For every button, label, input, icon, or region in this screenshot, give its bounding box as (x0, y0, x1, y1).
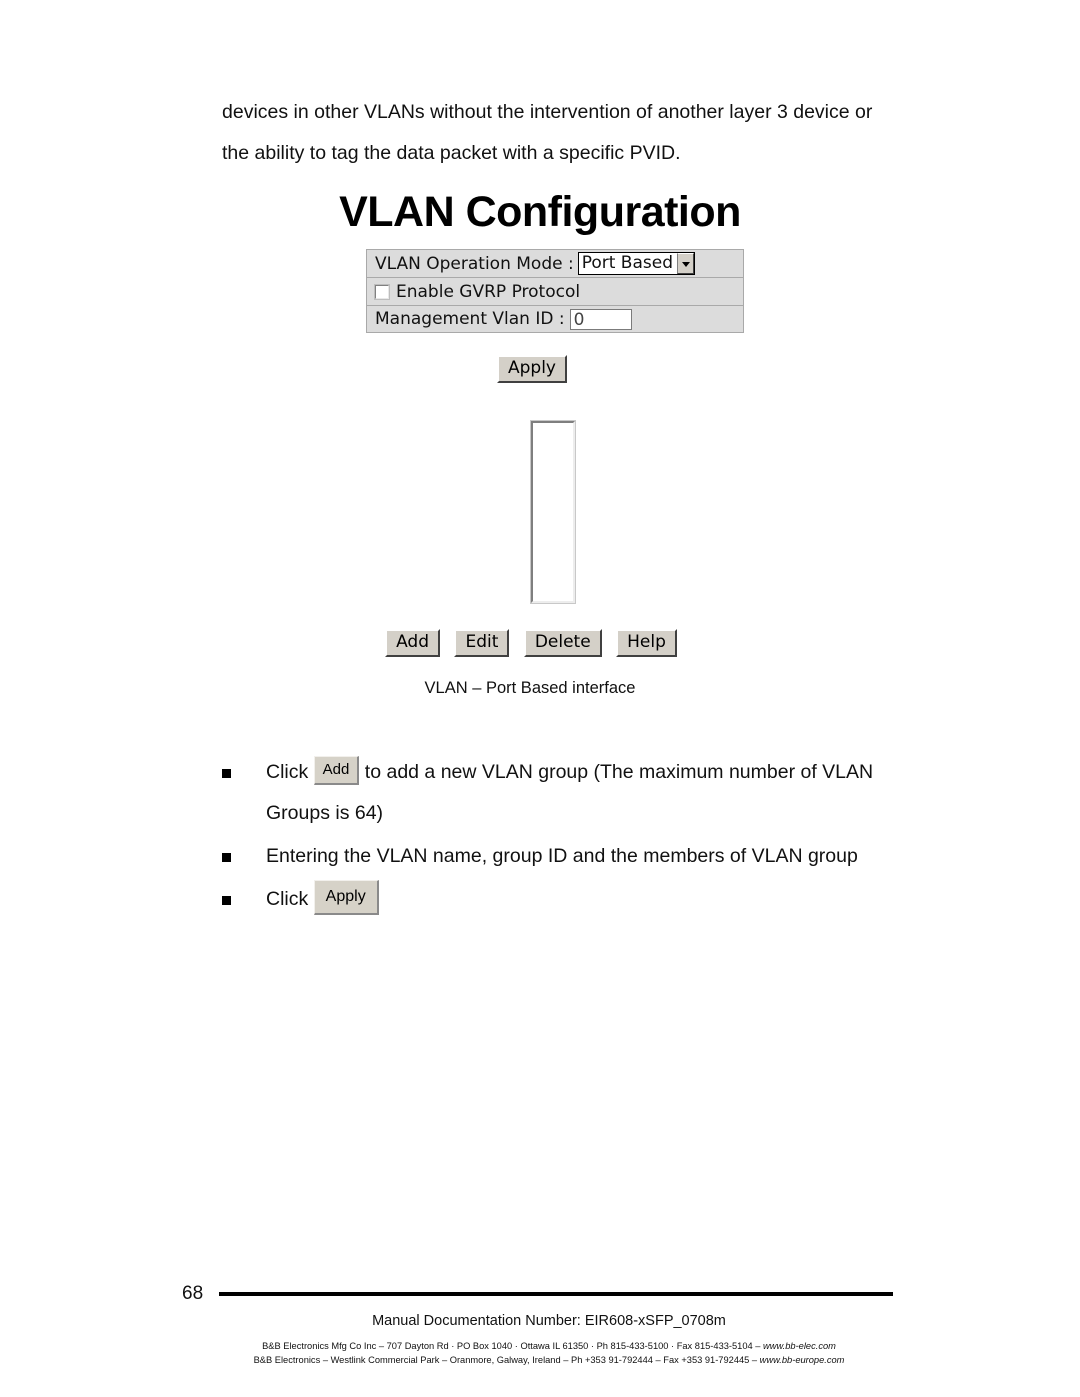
management-vlan-id-input[interactable]: 0 (569, 308, 632, 330)
footer-url-us[interactable]: www.bb-elec.com (763, 1341, 836, 1351)
list-item: Click Apply (222, 879, 922, 920)
vlan-configuration-figure: VLAN Configuration VLAN Operation Mode :… (0, 188, 1080, 698)
square-bullet-icon (222, 769, 231, 778)
vlan-action-button-row: Add Edit Delete Help (0, 629, 1080, 658)
inline-add-button[interactable]: Add (313, 756, 360, 786)
inline-apply-button[interactable]: Apply (313, 880, 379, 916)
bullet-text-before: Click (266, 761, 309, 783)
management-vlan-id-row: Management Vlan ID : 0 (366, 305, 744, 334)
enable-gvrp-row: Enable GVRP Protocol (366, 277, 744, 306)
intro-paragraph: devices in other VLANs without the inter… (222, 101, 873, 164)
page-number: 68 (182, 1283, 204, 1304)
footer-divider (219, 1292, 893, 1296)
vlan-operation-mode-row: VLAN Operation Mode : Port Based (366, 249, 744, 278)
figure-caption: VLAN – Port Based interface (424, 679, 636, 698)
bullet-text-before: Entering the VLAN name, group ID and the… (266, 845, 858, 867)
footer-doc-number: Manual Documentation Number: EIR608-xSFP… (372, 1313, 726, 1329)
footer-rule-row: 68 (0, 1283, 1080, 1307)
enable-gvrp-checkbox[interactable] (375, 284, 389, 299)
square-bullet-icon (222, 896, 231, 905)
footer-address-line-1: B&B Electronics Mfg Co Inc – 707 Dayton … (18, 1339, 1080, 1353)
add-button[interactable]: Add (385, 629, 440, 658)
list-item: Entering the VLAN name, group ID and the… (222, 836, 922, 877)
page-footer: 68 Manual Documentation Number: EIR608-x… (0, 1283, 1080, 1367)
list-item: Click Add to add a new VLAN group (The m… (222, 752, 922, 834)
instruction-bullet-list: Click Add to add a new VLAN group (The m… (222, 752, 922, 922)
square-bullet-icon (222, 853, 231, 862)
help-button[interactable]: Help (616, 629, 677, 658)
footer-address-1-text: B&B Electronics Mfg Co Inc – 707 Dayton … (262, 1341, 764, 1351)
vlan-group-listbox[interactable] (531, 421, 575, 604)
vlan-configuration-title: VLAN Configuration (339, 188, 741, 236)
apply-button[interactable]: Apply (497, 355, 567, 384)
vlan-operation-mode-select[interactable]: Port Based (577, 252, 695, 276)
footer-url-europe[interactable]: www.bb-europe.com (760, 1355, 845, 1365)
footer-address-2-text: B&B Electronics – Westlink Commercial Pa… (253, 1355, 760, 1365)
enable-gvrp-label: Enable GVRP Protocol (396, 281, 581, 302)
management-vlan-id-label: Management Vlan ID : (375, 309, 565, 330)
delete-button[interactable]: Delete (523, 629, 602, 658)
bullet-text-before: Click (266, 888, 309, 910)
footer-address-block: B&B Electronics Mfg Co Inc – 707 Dayton … (0, 1339, 1080, 1367)
vlan-operation-mode-label: VLAN Operation Mode : (375, 253, 574, 274)
vlan-settings-panel: VLAN Operation Mode : Port Based Enable … (366, 249, 744, 334)
edit-button[interactable]: Edit (454, 629, 510, 658)
footer-address-line-2: B&B Electronics – Westlink Commercial Pa… (18, 1353, 1080, 1367)
vlan-operation-mode-value: Port Based (581, 253, 673, 274)
chevron-down-icon[interactable] (677, 253, 694, 275)
apply-button-row: Apply (0, 355, 1080, 384)
